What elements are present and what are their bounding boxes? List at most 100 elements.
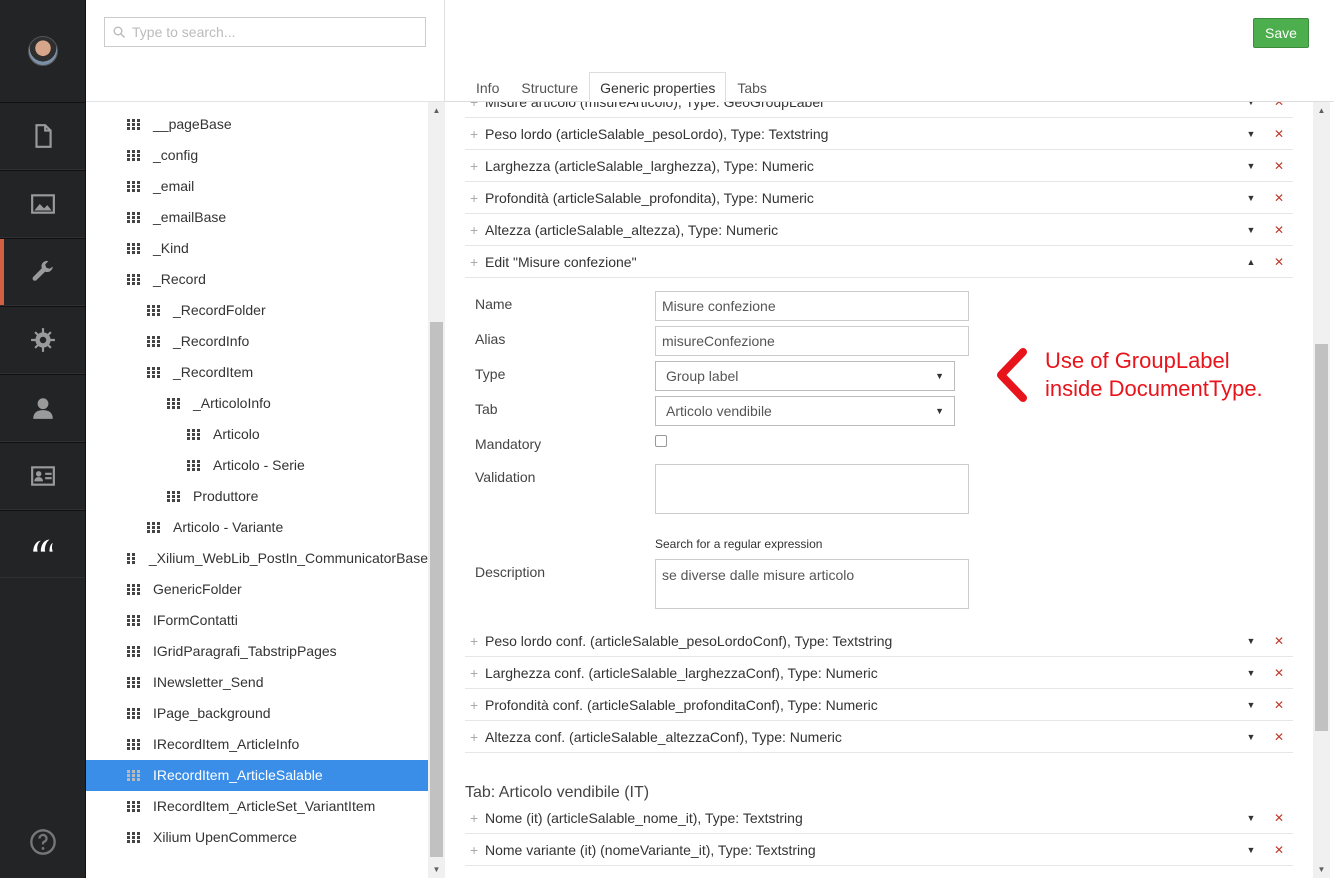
name-field[interactable]: Misure confezione: [655, 291, 969, 321]
property-row[interactable]: + Peso lordo (articleSalable_pesoLordo), …: [465, 118, 1293, 150]
tree-node[interactable]: Articolo - Variante: [86, 512, 428, 543]
property-row[interactable]: + Profondità conf. (articleSalable_profon…: [465, 689, 1293, 721]
tab-generic-properties[interactable]: Generic properties: [589, 72, 727, 102]
avatar[interactable]: [27, 36, 58, 66]
property-row[interactable]: + Peso lordo conf. (articleSalable_pesoLo…: [465, 625, 1293, 657]
chevron-down-icon[interactable]: ▼: [1237, 225, 1265, 235]
nav-settings[interactable]: [0, 306, 85, 374]
tree-node[interactable]: IPage_background: [86, 698, 428, 729]
tree-node[interactable]: INewsletter_Send: [86, 667, 428, 698]
tab-info[interactable]: Info: [465, 72, 510, 102]
delete-icon[interactable]: ✕: [1265, 102, 1293, 109]
tree-node[interactable]: IRecordItem_ArticleInfo: [86, 729, 428, 760]
nav-media[interactable]: [0, 170, 85, 238]
drag-handle-icon[interactable]: +: [465, 842, 485, 858]
chevron-down-icon[interactable]: ▼: [1237, 129, 1265, 139]
tree-node[interactable]: _Kind: [86, 233, 428, 264]
delete-icon[interactable]: ✕: [1265, 223, 1293, 237]
tree-node[interactable]: _RecordItem: [86, 357, 428, 388]
delete-icon[interactable]: ✕: [1265, 698, 1293, 712]
mandatory-checkbox[interactable]: [655, 435, 667, 447]
tree-node[interactable]: _Xilium_WebLib_PostIn_CommunicatorBase: [86, 543, 428, 574]
chevron-down-icon[interactable]: ▼: [1237, 700, 1265, 710]
drag-handle-icon[interactable]: +: [465, 697, 485, 713]
scroll-up-arrow[interactable]: ▲: [1313, 102, 1330, 119]
drag-handle-icon[interactable]: +: [465, 633, 485, 649]
content-scrollbar[interactable]: ▲ ▼: [1313, 102, 1330, 878]
drag-handle-icon[interactable]: +: [465, 222, 485, 238]
tree-node[interactable]: Articolo: [86, 419, 428, 450]
tab-structure[interactable]: Structure: [510, 72, 589, 102]
help-button[interactable]: [0, 828, 86, 856]
tree-node[interactable]: _RecordInfo: [86, 326, 428, 357]
nav-logo[interactable]: [0, 510, 85, 578]
delete-icon[interactable]: ✕: [1265, 127, 1293, 141]
property-row[interactable]: +Misure articolo (misureArticolo), Type:…: [465, 102, 1293, 118]
scroll-down-arrow[interactable]: ▼: [428, 861, 445, 878]
tree-node[interactable]: _config: [86, 140, 428, 171]
tree-node[interactable]: __pageBase: [86, 109, 428, 140]
alias-field[interactable]: misureConfezione: [655, 326, 969, 356]
type-select[interactable]: Group label ▼: [655, 361, 955, 391]
property-row[interactable]: + Altezza (articleSalable_altezza), Type:…: [465, 214, 1293, 246]
tree-node[interactable]: _emailBase: [86, 202, 428, 233]
drag-handle-icon[interactable]: +: [465, 158, 485, 174]
delete-icon[interactable]: ✕: [1265, 191, 1293, 205]
tree-node[interactable]: IRecordItem_ArticleSet_VariantItem: [86, 791, 428, 822]
drag-handle-icon[interactable]: +: [465, 729, 485, 745]
chevron-down-icon[interactable]: ▼: [1237, 668, 1265, 678]
delete-icon[interactable]: ✕: [1265, 730, 1293, 744]
chevron-down-icon[interactable]: ▼: [1237, 161, 1265, 171]
nav-members[interactable]: [0, 442, 85, 510]
tree-node[interactable]: _email: [86, 171, 428, 202]
drag-handle-icon[interactable]: +: [465, 665, 485, 681]
nav-users[interactable]: [0, 374, 85, 442]
tree-node[interactable]: IGridParagrafi_TabstripPages: [86, 636, 428, 667]
delete-icon[interactable]: ✕: [1265, 666, 1293, 680]
scroll-thumb[interactable]: [430, 322, 443, 857]
tree-node[interactable]: _Record: [86, 264, 428, 295]
tree-node[interactable]: _RecordFolder: [86, 295, 428, 326]
delete-icon[interactable]: ✕: [1265, 843, 1293, 857]
tree-node[interactable]: IFormContatti: [86, 605, 428, 636]
tab-select[interactable]: Articolo vendibile ▼: [655, 396, 955, 426]
validation-hint-link[interactable]: Search for a regular expression: [655, 537, 822, 551]
drag-handle-icon[interactable]: +: [465, 254, 485, 270]
drag-handle-icon[interactable]: +: [465, 126, 485, 142]
property-row[interactable]: + Edit "Misure confezione" ▲ ✕: [465, 246, 1293, 278]
chevron-down-icon[interactable]: ▼: [1237, 845, 1265, 855]
description-field[interactable]: se diverse dalle misure articolo: [655, 559, 969, 609]
property-row[interactable]: + Nome variante (it) (nomeVariante_it), T…: [465, 834, 1293, 866]
delete-icon[interactable]: ✕: [1265, 811, 1293, 825]
drag-handle-icon[interactable]: +: [465, 190, 485, 206]
scroll-up-arrow[interactable]: ▲: [428, 102, 445, 119]
property-row[interactable]: + Larghezza (articleSalable_larghezza), T…: [465, 150, 1293, 182]
tree-node[interactable]: IRecordItem_ArticleSalable: [86, 760, 428, 791]
nav-developer[interactable]: [0, 238, 85, 306]
tree-node[interactable]: Produttore: [86, 481, 428, 512]
validation-field[interactable]: [655, 464, 969, 514]
scroll-thumb[interactable]: [1315, 344, 1328, 731]
drag-handle-icon[interactable]: +: [465, 810, 485, 826]
scroll-down-arrow[interactable]: ▼: [1313, 861, 1330, 878]
property-row[interactable]: + Profondità (articleSalable_profondita),…: [465, 182, 1293, 214]
delete-icon[interactable]: ✕: [1265, 634, 1293, 648]
nav-content[interactable]: [0, 102, 85, 170]
tree-node[interactable]: Articolo - Serie: [86, 450, 428, 481]
tree-node[interactable]: Xilium UpenCommerce: [86, 822, 428, 853]
chevron-down-icon[interactable]: ▼: [1237, 636, 1265, 646]
save-button[interactable]: Save: [1253, 18, 1309, 48]
chevron-down-icon[interactable]: ▼: [1237, 732, 1265, 742]
tree-node[interactable]: GenericFolder: [86, 574, 428, 605]
tree-scrollbar[interactable]: ▲ ▼: [428, 102, 445, 878]
tab-tabs[interactable]: Tabs: [726, 72, 778, 102]
delete-icon[interactable]: ✕: [1265, 159, 1293, 173]
chevron-down-icon[interactable]: ▼: [1237, 193, 1265, 203]
property-row[interactable]: + Nome (it) (articleSalable_nome_it), Typ…: [465, 802, 1293, 834]
chevron-down-icon[interactable]: ▼: [1237, 813, 1265, 823]
drag-handle-icon[interactable]: +: [465, 102, 485, 110]
chevron-up-icon[interactable]: ▲: [1237, 257, 1265, 267]
search-input[interactable]: Type to search...: [104, 17, 426, 47]
chevron-down-icon[interactable]: ▼: [1237, 102, 1265, 107]
property-row[interactable]: + Altezza conf. (articleSalable_altezzaCo…: [465, 721, 1293, 753]
